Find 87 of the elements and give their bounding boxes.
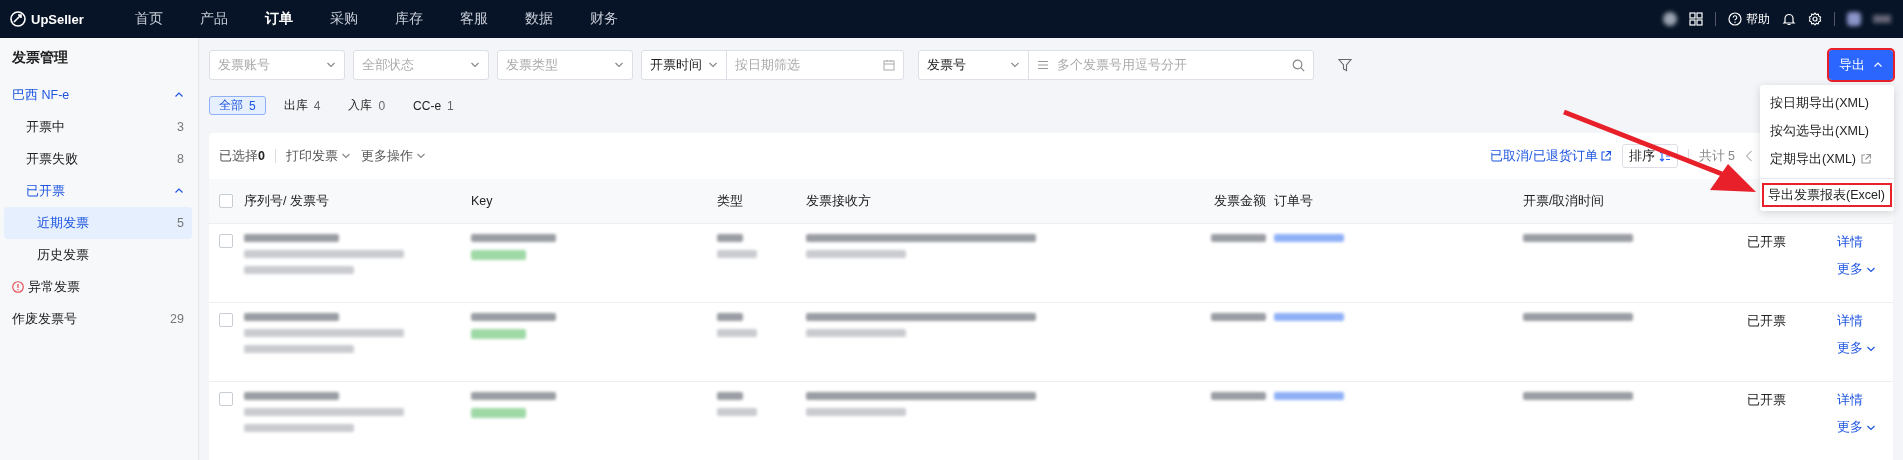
filter-tab[interactable]: 入库 0 [338,96,396,115]
export-button[interactable]: 导出 [1829,50,1893,80]
logo-icon [10,11,26,27]
more-dropdown[interactable]: 更多 [1837,261,1885,278]
blurred-text [471,408,526,418]
blurred-text [717,329,757,337]
sidebar-item[interactable]: 开票中 3 [4,111,192,143]
nav-item[interactable]: 订单 [265,10,293,28]
help-link[interactable]: 帮助 [1728,10,1770,28]
blurred-text [717,234,743,242]
filter-tab[interactable]: 全部 5 [209,96,266,115]
nav-item[interactable]: 库存 [395,10,423,28]
blurred-text [717,408,757,416]
total-count: 共计 5 [1698,147,1735,165]
column-header: 类型 [717,192,744,210]
more-dropdown[interactable]: 更多 [1837,340,1885,357]
blurred-text [717,250,757,258]
column-header: 订单号 [1274,192,1314,210]
blurred-badge [1847,12,1861,26]
chevron-icon [340,151,351,161]
nav-item[interactable]: 采购 [330,10,358,28]
blurred-avatar [1663,12,1677,26]
selected-count: 已选择0 [219,147,265,165]
settings-icon[interactable] [1808,12,1822,26]
cancelled-orders-link[interactable]: 已取消/已退货订单 [1490,147,1612,165]
bell-icon[interactable] [1782,12,1796,26]
blurred-text [1211,313,1266,321]
blurred-text [717,313,743,321]
column-header: 发票接收方 [806,192,872,210]
sidebar-item[interactable]: 异常发票 [4,271,192,303]
sidebar-item[interactable]: 巴西 NF-e [4,79,192,111]
toolbar-dropdown[interactable]: 打印发票 [285,147,351,165]
sidebar-item[interactable]: 开票失败 8 [4,143,192,175]
sidebar-item[interactable]: 作废发票号 29 [4,303,192,335]
nav-item[interactable]: 财务 [590,10,618,28]
more-dropdown[interactable]: 更多 [1837,419,1885,436]
filter-tab[interactable]: 出库 4 [273,96,331,115]
menu-item[interactable]: 按日期导出(XML) [1760,89,1894,117]
filter-icon[interactable] [1338,58,1352,72]
checkbox[interactable] [219,392,233,406]
blurred-text [717,392,743,400]
sidebar-item[interactable]: 历史发票 [4,239,192,271]
previous-page-icon[interactable] [1745,150,1753,162]
blurred-text [471,329,526,339]
chevron-icon [415,151,426,161]
chevron-icon [614,60,624,70]
logo-text: UpSeller [31,11,84,27]
status-text: 已开票 [1747,393,1786,407]
sidebar-item[interactable]: 已开票 [4,175,192,207]
checkbox[interactable] [219,194,233,208]
external-link-icon [1860,153,1873,165]
blurred-username [1873,15,1891,23]
column-header: Key [471,194,494,208]
nav-item[interactable]: 产品 [200,10,228,28]
nav-item[interactable]: 数据 [525,10,553,28]
column-header: 发票金额 [1213,192,1267,210]
details-link[interactable]: 详情 [1837,234,1885,251]
filter-tab[interactable]: CC-e 1 [403,96,464,115]
column-header: 序列号/ 发票号 [244,192,330,210]
menu-item[interactable]: 导出发票报表(Excel) [1762,183,1892,207]
status-text: 已开票 [1747,314,1786,328]
nav-item[interactable]: 客服 [460,10,488,28]
checkbox[interactable] [219,234,233,248]
status-text: 已开票 [1747,235,1786,249]
blurred-text [471,250,526,260]
warning-icon [12,281,24,293]
sort-icon [1658,150,1671,162]
toolbar-dropdown[interactable]: 更多操作 [360,147,426,165]
blurred-text [1274,392,1344,400]
blurred-text [1274,234,1344,242]
help-icon [1728,12,1742,26]
grid-icon[interactable] [1689,12,1703,26]
chevron-icon [470,60,480,70]
menu-item[interactable]: 定期导出(XML) [1760,145,1894,173]
details-link[interactable]: 详情 [1837,392,1885,409]
menu-item[interactable]: 按勾选导出(XML) [1760,117,1894,145]
nav-item[interactable]: 首页 [135,10,163,28]
blurred-text [1211,234,1266,242]
checkbox[interactable] [219,313,233,327]
sidebar-item[interactable]: 近期发票 5 [4,207,192,239]
blurred-text [1274,313,1344,321]
sidebar-title: 发票管理 [11,48,69,67]
details-link[interactable]: 详情 [1837,313,1885,330]
external-link-icon [1599,150,1612,162]
column-header: 开票/取消时间 [1523,192,1606,210]
blurred-text [1211,392,1266,400]
chevron-icon [326,60,336,70]
